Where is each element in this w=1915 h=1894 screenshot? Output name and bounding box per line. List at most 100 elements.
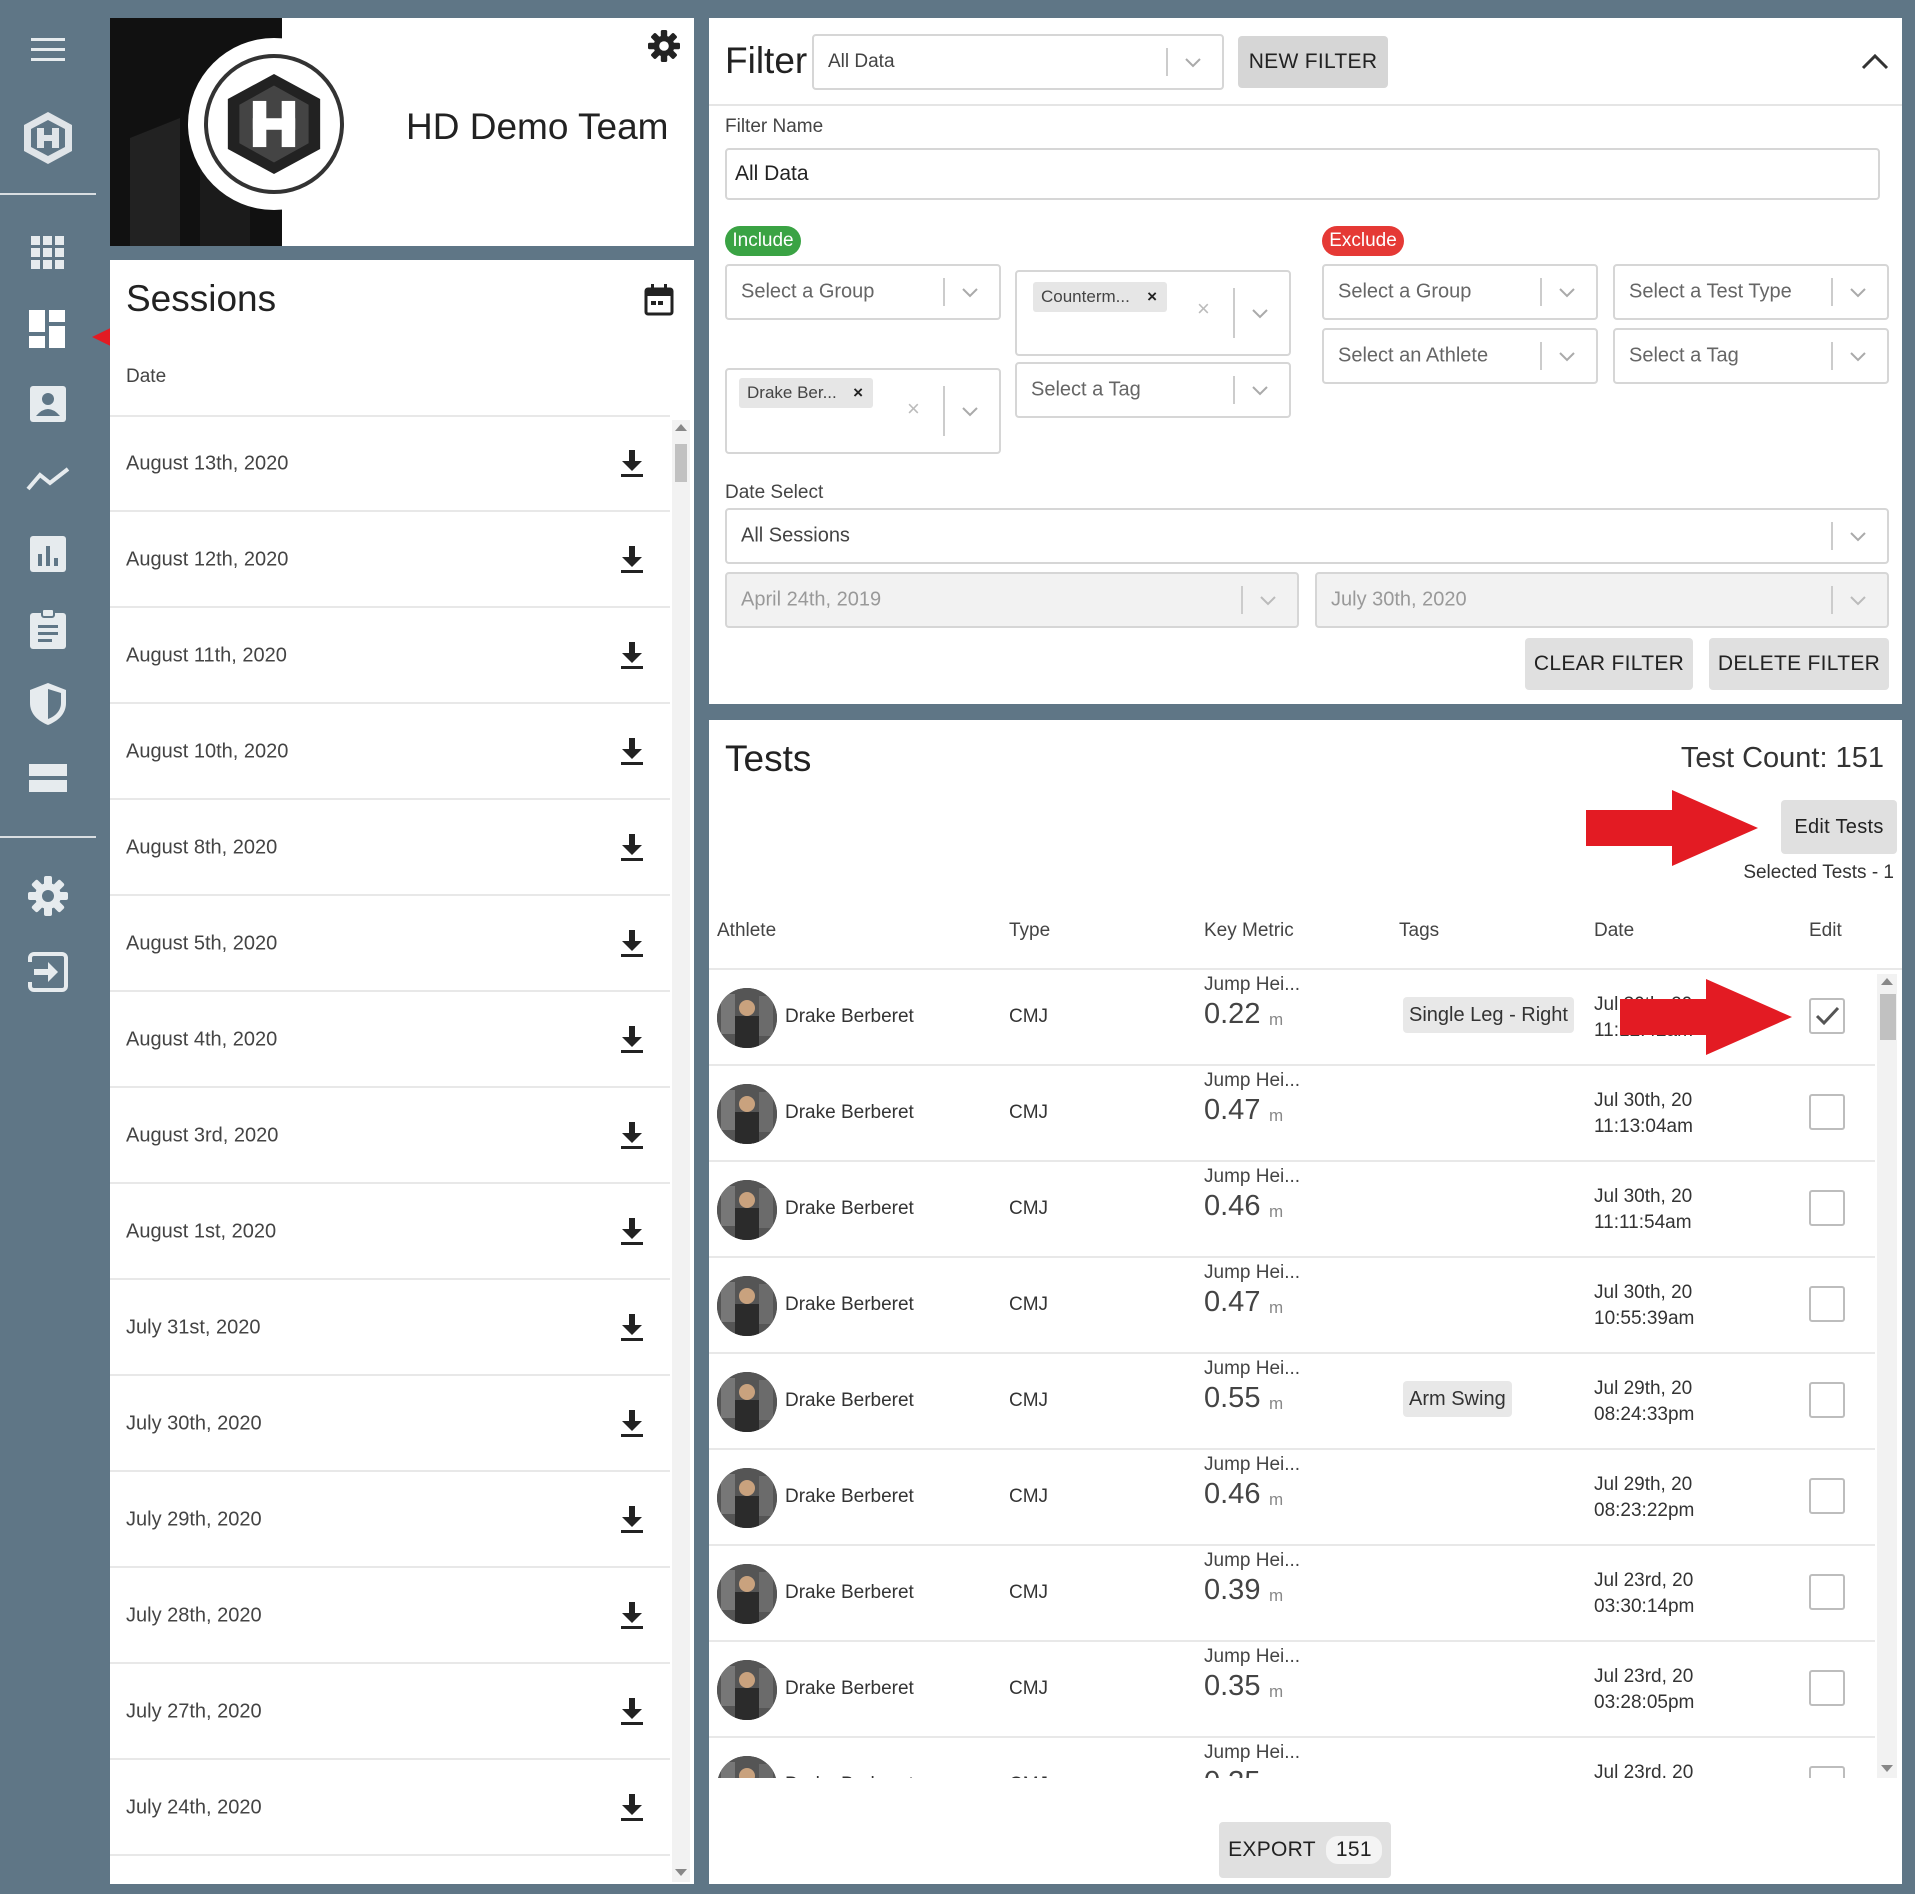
- test-row[interactable]: Drake Berberet CMJ Jump Hei... 0.39 m Jul 23r…: [709, 1546, 1875, 1642]
- chevron-down-icon[interactable]: [1184, 53, 1202, 71]
- exclude-athlete-select[interactable]: Select an Athlete: [1322, 328, 1598, 384]
- session-row[interactable]: July 27th, 2020: [110, 1664, 670, 1760]
- edit-checkbox-checked[interactable]: [1809, 998, 1845, 1034]
- chevron-down-icon[interactable]: [1849, 347, 1867, 365]
- team-settings-icon[interactable]: [648, 30, 680, 62]
- scroll-down-arrow[interactable]: [675, 1869, 687, 1876]
- session-row[interactable]: August 1st, 2020: [110, 1184, 670, 1280]
- download-icon[interactable]: [620, 546, 644, 574]
- tests-scrollbar[interactable]: [1877, 974, 1897, 1778]
- download-icon[interactable]: [620, 1698, 644, 1726]
- chevron-down-icon[interactable]: [1251, 381, 1269, 399]
- edit-checkbox[interactable]: [1809, 1190, 1845, 1226]
- dashboard-icon[interactable]: [24, 305, 72, 353]
- session-row[interactable]: August 12th, 2020: [110, 512, 670, 608]
- include-test-type-select[interactable]: Counterm... × ×: [1015, 270, 1291, 356]
- chevron-down-icon[interactable]: [1849, 283, 1867, 301]
- filter-name-input[interactable]: All Data: [725, 148, 1880, 200]
- bar-chart-icon[interactable]: [24, 530, 72, 578]
- download-icon[interactable]: [620, 930, 644, 958]
- download-icon[interactable]: [620, 642, 644, 670]
- logo-icon[interactable]: [20, 110, 76, 166]
- session-row[interactable]: July 28th, 2020: [110, 1568, 670, 1664]
- download-icon[interactable]: [620, 1218, 644, 1246]
- session-row[interactable]: July 24th, 2020: [110, 1760, 670, 1856]
- download-icon[interactable]: [620, 1410, 644, 1438]
- session-scrollbar[interactable]: [672, 420, 690, 1882]
- session-row[interactable]: August 8th, 2020: [110, 800, 670, 896]
- session-row[interactable]: July 29th, 2020: [110, 1472, 670, 1568]
- chevron-down-icon[interactable]: [1849, 527, 1867, 545]
- download-icon[interactable]: [620, 1122, 644, 1150]
- test-row[interactable]: Drake BerberetCMJJump Hei...0.35mJul 23r…: [709, 1738, 1845, 1778]
- scroll-down-arrow[interactable]: [1881, 1765, 1893, 1772]
- download-icon[interactable]: [620, 738, 644, 766]
- export-button[interactable]: EXPORT 151: [1219, 1822, 1391, 1878]
- download-icon[interactable]: [620, 1602, 644, 1630]
- new-filter-button[interactable]: NEW FILTER: [1238, 36, 1388, 88]
- session-row[interactable]: August 13th, 2020: [110, 416, 670, 512]
- storage-icon[interactable]: [24, 755, 72, 803]
- logout-icon[interactable]: [24, 948, 72, 996]
- chevron-up-icon[interactable]: [1861, 52, 1889, 70]
- session-row[interactable]: August 5th, 2020: [110, 896, 670, 992]
- athlete-icon[interactable]: [24, 380, 72, 428]
- include-group-select[interactable]: Select a Group: [725, 264, 1001, 320]
- exclude-group-select[interactable]: Select a Group: [1322, 264, 1598, 320]
- include-athlete-select[interactable]: Drake Ber... × ×: [725, 368, 1001, 454]
- test-row[interactable]: Drake Berberet CMJ Jump Hei... 0.46 m Jul 30t…: [709, 1162, 1875, 1258]
- scroll-up-arrow[interactable]: [1881, 978, 1893, 985]
- chevron-down-icon[interactable]: [961, 402, 979, 420]
- settings-icon[interactable]: [24, 872, 72, 920]
- test-row[interactable]: Drake BerberetCMJJump Hei...0.35mJul 23r…: [709, 1642, 1875, 1738]
- chevron-down-icon[interactable]: [1251, 304, 1269, 322]
- session-row[interactable]: August 10th, 2020: [110, 704, 670, 800]
- download-icon[interactable]: [620, 1314, 644, 1342]
- delete-filter-button[interactable]: DELETE FILTER: [1709, 638, 1889, 690]
- download-icon[interactable]: [620, 1506, 644, 1534]
- trend-icon[interactable]: [24, 455, 72, 503]
- download-icon[interactable]: [620, 450, 644, 478]
- clear-icon[interactable]: ×: [907, 396, 920, 422]
- edit-tests-button[interactable]: Edit Tests: [1781, 800, 1897, 854]
- chevron-down-icon[interactable]: [1558, 283, 1576, 301]
- edit-checkbox[interactable]: [1809, 1670, 1845, 1706]
- chip-remove-icon[interactable]: ×: [1147, 287, 1157, 307]
- chevron-down-icon[interactable]: [961, 283, 979, 301]
- test-row[interactable]: Drake Berberet CMJ Jump Hei... 0.47 m Jul 30t…: [709, 1258, 1875, 1354]
- download-icon[interactable]: [620, 1794, 644, 1822]
- chip-remove-icon[interactable]: ×: [853, 383, 863, 403]
- shield-icon[interactable]: [24, 680, 72, 728]
- download-icon[interactable]: [620, 834, 644, 862]
- exclude-tag-select[interactable]: Select a Tag: [1613, 328, 1889, 384]
- test-row[interactable]: Drake Berberet CMJ Jump Hei... 0.55 m Arm Swi…: [709, 1354, 1875, 1450]
- clear-icon[interactable]: ×: [1197, 296, 1210, 322]
- scroll-thumb[interactable]: [1880, 994, 1896, 1040]
- test-row[interactable]: Drake Berberet CMJ Jump Hei... 0.46 m Jul 29t…: [709, 1450, 1875, 1546]
- edit-checkbox[interactable]: [1809, 1478, 1845, 1514]
- edit-checkbox[interactable]: [1809, 1574, 1845, 1610]
- apps-grid-icon[interactable]: [24, 229, 72, 277]
- filter-select[interactable]: All Data: [812, 34, 1224, 90]
- menu-icon[interactable]: [24, 26, 72, 74]
- exclude-test-type-select[interactable]: Select a Test Type: [1613, 264, 1889, 320]
- session-row[interactable]: August 11th, 2020: [110, 608, 670, 704]
- date-mode-select[interactable]: All Sessions: [725, 508, 1889, 564]
- chevron-down-icon[interactable]: [1558, 347, 1576, 365]
- session-row[interactable]: July 31st, 2020: [110, 1280, 670, 1376]
- edit-checkbox[interactable]: [1809, 1286, 1845, 1322]
- test-row[interactable]: Drake Berberet CMJ Jump Hei... 0.47 m Jul 30t…: [709, 1066, 1875, 1162]
- scroll-thumb[interactable]: [675, 444, 687, 482]
- session-row[interactable]: August 3rd, 2020: [110, 1088, 670, 1184]
- scroll-up-arrow[interactable]: [675, 424, 687, 431]
- edit-checkbox[interactable]: [1809, 1382, 1845, 1418]
- clipboard-icon[interactable]: [24, 605, 72, 653]
- edit-checkbox[interactable]: [1809, 1094, 1845, 1130]
- edit-checkbox[interactable]: [1809, 1766, 1845, 1778]
- download-icon[interactable]: [620, 1026, 644, 1054]
- calendar-icon[interactable]: [644, 284, 674, 316]
- session-row[interactable]: August 4th, 2020: [110, 992, 670, 1088]
- session-row[interactable]: July 30th, 2020: [110, 1376, 670, 1472]
- include-tag-select[interactable]: Select a Tag: [1015, 362, 1291, 418]
- clear-filter-button[interactable]: CLEAR FILTER: [1525, 638, 1693, 690]
